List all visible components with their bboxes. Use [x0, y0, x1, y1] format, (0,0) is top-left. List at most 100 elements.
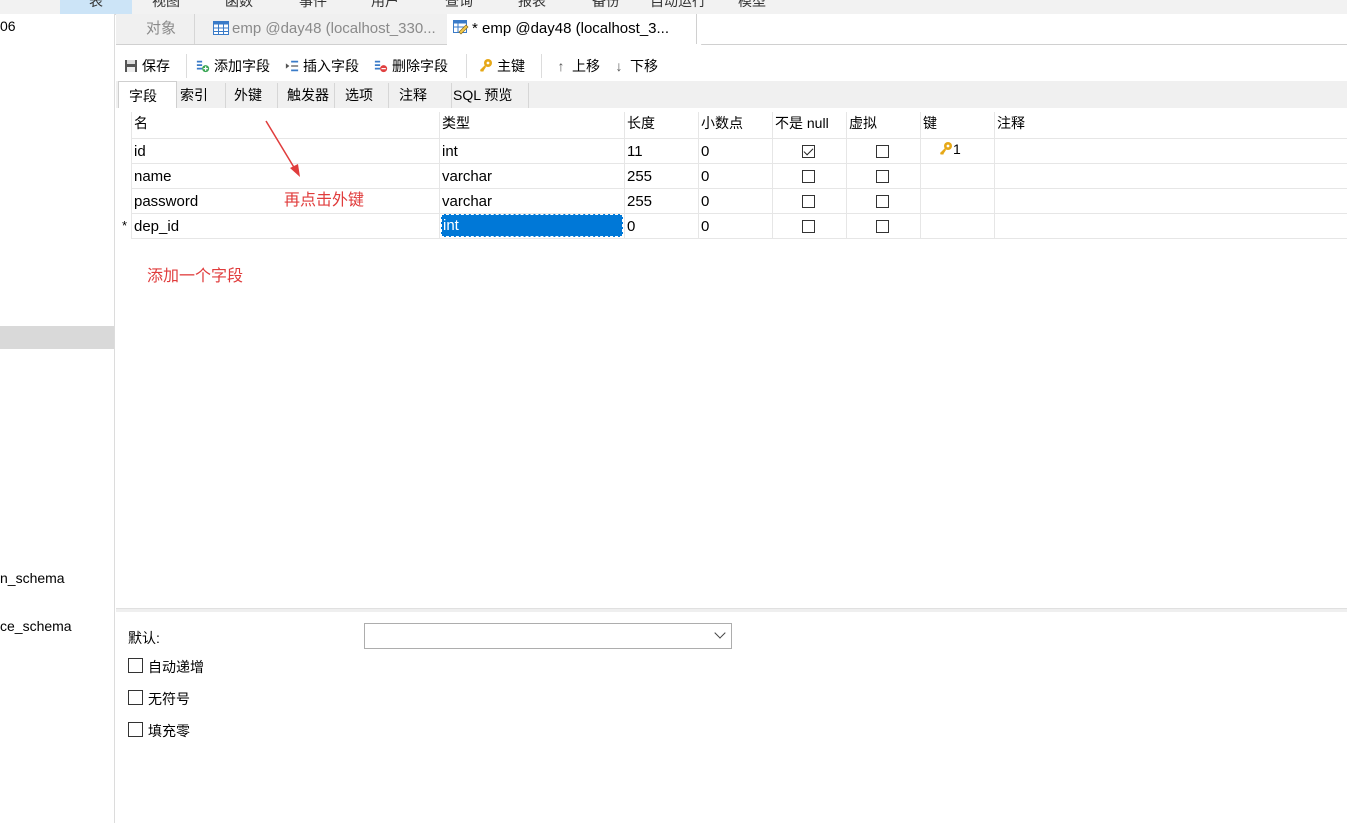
subtab-fields[interactable]: 字段	[118, 81, 177, 110]
column-divider	[920, 112, 921, 239]
column-header-name[interactable]: 名	[134, 113, 148, 133]
editor-tab-bar: 对象 emp @day48 (localhost_330... * emp @d…	[116, 14, 1347, 45]
field-name-cell[interactable]: dep_id	[134, 218, 179, 235]
design-subtabs: 字段 索引 外键 触发器 选项 注释 SQL 预览	[116, 81, 1347, 110]
tab-emp-table[interactable]: emp @day48 (localhost_330...	[203, 14, 454, 44]
subtab-foreign-keys[interactable]: 外键	[224, 83, 278, 108]
field-length-cell[interactable]: 0	[627, 218, 635, 235]
column-header-length[interactable]: 长度	[627, 113, 655, 133]
tree-item-selected[interactable]	[0, 326, 114, 349]
menu-item-query[interactable]: 查询	[445, 0, 473, 11]
delete-field-icon	[374, 60, 388, 73]
tree-item-schema[interactable]: ce_schema	[0, 618, 72, 634]
annotation-arrow	[265, 120, 300, 177]
tree-item-schema[interactable]: n_schema	[0, 570, 65, 586]
key-icon	[480, 59, 492, 72]
arrow-down-icon: ↓	[615, 58, 623, 74]
field-type-cell-editing[interactable]: int	[441, 214, 623, 237]
menu-item-report[interactable]: 报表	[518, 0, 546, 11]
subtab-triggers[interactable]: 触发器	[277, 83, 335, 108]
object-tree-sidebar: 06 n_schema ce_schema	[0, 14, 115, 823]
menu-item-event[interactable]: 事件	[299, 0, 327, 11]
default-value-combobox[interactable]	[364, 623, 732, 649]
zerofill-checkbox[interactable]	[128, 722, 143, 737]
row-divider	[131, 238, 1347, 239]
column-header-virtual[interactable]: 虚拟	[849, 113, 877, 133]
primary-key-icon	[940, 142, 952, 155]
menu-item-view[interactable]: 视图	[152, 0, 180, 11]
default-label: 默认:	[128, 630, 160, 646]
not-null-checkbox[interactable]	[802, 220, 815, 233]
column-header-comment[interactable]: 注释	[997, 113, 1025, 133]
field-decimals-cell[interactable]: 0	[701, 218, 709, 235]
column-divider	[698, 112, 699, 239]
column-header-not-null[interactable]: 不是 null	[775, 113, 829, 133]
row-divider	[131, 163, 1347, 164]
auto-increment-label[interactable]: 自动递增	[148, 657, 204, 677]
move-up-button[interactable]: ↑ 上移	[554, 56, 601, 76]
fields-grid: 名 类型 长度 小数点 不是 null 虚拟 键 注释 id int 11 0 …	[116, 108, 1347, 608]
menu-item-backup[interactable]: 备份	[592, 0, 620, 11]
save-icon	[125, 60, 137, 72]
not-null-checkbox[interactable]	[802, 170, 815, 183]
design-toolbar: 保存 添加字段 插入字段 删除字段 主键 ↑ 上移 ↓ 下移	[116, 45, 1347, 81]
field-type-cell[interactable]: varchar	[442, 193, 492, 210]
tab-objects[interactable]: 对象	[116, 14, 195, 44]
auto-increment-checkbox[interactable]	[128, 658, 143, 673]
save-button[interactable]: 保存	[124, 56, 170, 76]
field-length-cell[interactable]: 11	[627, 143, 643, 160]
primary-key-button[interactable]: 主键	[479, 56, 525, 76]
subtab-sql-preview[interactable]: SQL 预览	[443, 83, 529, 108]
not-null-checkbox[interactable]	[802, 195, 815, 208]
subtab-indexes[interactable]: 索引	[170, 83, 226, 108]
table-icon	[213, 21, 229, 35]
field-decimals-cell[interactable]: 0	[701, 193, 709, 210]
annotation-add-field: 添加一个字段	[147, 268, 244, 285]
row-divider	[131, 138, 1347, 139]
toolbar-separator	[466, 54, 467, 78]
virtual-checkbox[interactable]	[876, 220, 889, 233]
menu-item-automation[interactable]: 自动运行	[650, 0, 706, 11]
field-name-cell[interactable]: name	[134, 168, 172, 185]
column-divider	[772, 112, 773, 239]
column-divider	[624, 112, 625, 239]
unsigned-checkbox[interactable]	[128, 690, 143, 705]
zerofill-label[interactable]: 填充零	[148, 721, 190, 741]
not-null-checkbox[interactable]	[802, 145, 815, 158]
field-properties-panel: 默认: 自动递增 无符号 填充零	[116, 612, 1347, 823]
field-name-cell[interactable]: password	[134, 193, 198, 210]
column-divider	[131, 112, 132, 239]
virtual-checkbox[interactable]	[876, 170, 889, 183]
chevron-down-icon[interactable]	[714, 627, 726, 639]
column-header-decimals[interactable]: 小数点	[701, 113, 743, 133]
toolbar-separator	[186, 54, 187, 78]
field-decimals-cell[interactable]: 0	[701, 143, 709, 160]
key-cell[interactable]: 1	[939, 141, 961, 158]
tab-emp-design[interactable]: * emp @day48 (localhost_3...	[447, 14, 702, 45]
tab-bar-empty-area	[696, 14, 1347, 44]
insert-field-button[interactable]: 插入字段	[285, 56, 359, 76]
virtual-checkbox[interactable]	[876, 145, 889, 158]
field-name-cell[interactable]: id	[134, 143, 146, 160]
menu-item-user[interactable]: 用户	[371, 0, 399, 11]
field-type-cell[interactable]: varchar	[442, 168, 492, 185]
menu-item-table[interactable]: 表	[60, 0, 132, 14]
delete-field-button[interactable]: 删除字段	[374, 56, 448, 76]
column-divider	[439, 112, 440, 239]
menu-item-function[interactable]: 函数	[225, 0, 253, 11]
subtab-options[interactable]: 选项	[335, 83, 389, 108]
field-length-cell[interactable]: 255	[627, 168, 652, 185]
add-field-icon	[196, 60, 210, 73]
menu-item-model[interactable]: 模型	[738, 0, 766, 11]
unsigned-label[interactable]: 无符号	[148, 689, 190, 709]
tree-item-connection[interactable]: 06	[0, 18, 16, 34]
column-header-type[interactable]: 类型	[442, 113, 470, 133]
field-length-cell[interactable]: 255	[627, 193, 652, 210]
add-field-button[interactable]: 添加字段	[196, 56, 270, 76]
field-decimals-cell[interactable]: 0	[701, 168, 709, 185]
move-down-button[interactable]: ↓ 下移	[612, 56, 659, 76]
virtual-checkbox[interactable]	[876, 195, 889, 208]
field-type-cell[interactable]: int	[442, 143, 458, 160]
row-divider	[131, 213, 1347, 214]
column-header-key[interactable]: 键	[923, 113, 937, 133]
